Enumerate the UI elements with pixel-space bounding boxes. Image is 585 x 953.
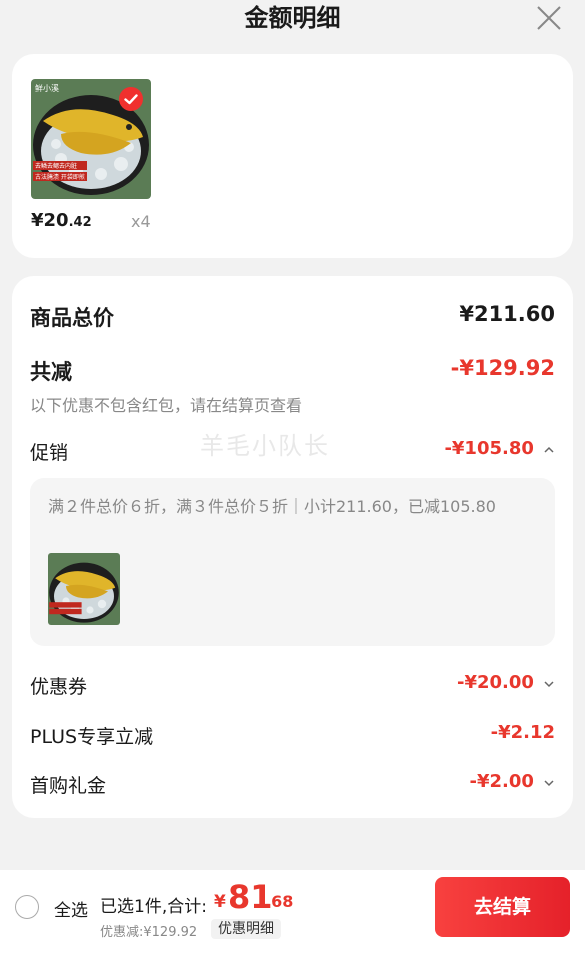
first-buy-value-group: -¥2.00 xyxy=(470,771,556,792)
total-price-label: 商品总价 xyxy=(30,306,114,330)
first-buy-label: 首购礼金 xyxy=(30,775,107,797)
image-caption-1: 去鳞去鳃去内脏 xyxy=(35,162,77,170)
detail-card: 商品总价 ¥211.60 共减 -¥129.92 以下优惠不包含红包，请在结算页… xyxy=(12,276,573,818)
product-image[interactable]: 去鳞去鳃去内脏 古法腌渍 开袋即煎 鲜小溪 xyxy=(31,79,151,199)
promo-label: 促销 xyxy=(30,442,69,464)
first-buy-value: -¥2.00 xyxy=(469,771,534,792)
discount-text: 优惠减:¥129.92 xyxy=(100,925,198,940)
image-brand: 鲜小溪 xyxy=(35,83,59,93)
promo-value-group: -¥105.80 xyxy=(444,438,555,459)
select-all-label[interactable]: 全选 xyxy=(54,896,88,921)
price-currency: ¥ xyxy=(31,210,44,231)
promo-product-image[interactable] xyxy=(48,553,120,625)
coupon-value-group: -¥20.00 xyxy=(457,672,555,693)
total-reduce-value: -¥129.92 xyxy=(450,356,555,380)
total-reduce-label: 共减 xyxy=(30,360,72,384)
page-title: 金额明细 xyxy=(244,4,341,32)
product-price: ¥20.42 xyxy=(31,210,92,234)
promo-detail-box: 满２件总价６折，满３件总价５折｜小计211.60，已减105.80 xyxy=(30,478,555,646)
select-all-radio[interactable] xyxy=(15,895,39,919)
close-icon[interactable] xyxy=(535,4,563,32)
price-decimal: .42 xyxy=(68,215,92,230)
coupon-label: 优惠券 xyxy=(30,676,88,698)
discount-detail-button[interactable]: 优惠明细 xyxy=(211,919,281,939)
chevron-up-icon[interactable] xyxy=(543,445,555,455)
checked-icon[interactable] xyxy=(119,87,143,111)
chevron-down-icon[interactable] xyxy=(543,679,555,689)
header: 金额明细 xyxy=(0,0,585,40)
coupon-value: -¥20.00 xyxy=(456,672,534,693)
plus-value: -¥2.12 xyxy=(490,722,555,743)
bottom-bar: 全选 已选1件,合计: ¥ 81 .68 优惠减:¥129.92 优惠明细 去结… xyxy=(0,870,585,953)
image-caption-2: 古法腌渍 开袋即煎 xyxy=(35,173,85,181)
total-decimal: .68 xyxy=(265,892,294,911)
watermark: 羊毛小队长 xyxy=(200,432,330,460)
price-integer: 20 xyxy=(43,210,69,231)
plus-label: PLUS专享立减 xyxy=(30,726,154,748)
reduce-note: 以下优惠不包含红包，请在结算页查看 xyxy=(30,396,303,415)
selected-count-text: 已选1件,合计: xyxy=(100,897,207,917)
chevron-down-icon[interactable] xyxy=(543,778,555,788)
total-price-value: ¥211.60 xyxy=(459,302,555,326)
product-quantity: x4 xyxy=(131,212,151,231)
total-currency: ¥ xyxy=(214,892,226,912)
promo-detail-text: 满２件总价６折，满３件总价５折｜小计211.60，已减105.80 xyxy=(48,497,496,516)
checkout-button[interactable]: 去结算 xyxy=(435,877,570,937)
promo-value: -¥105.80 xyxy=(444,438,534,459)
product-card: 去鳞去鳃去内脏 古法腌渍 开袋即煎 鲜小溪 ¥20.42 x4 xyxy=(12,54,573,258)
